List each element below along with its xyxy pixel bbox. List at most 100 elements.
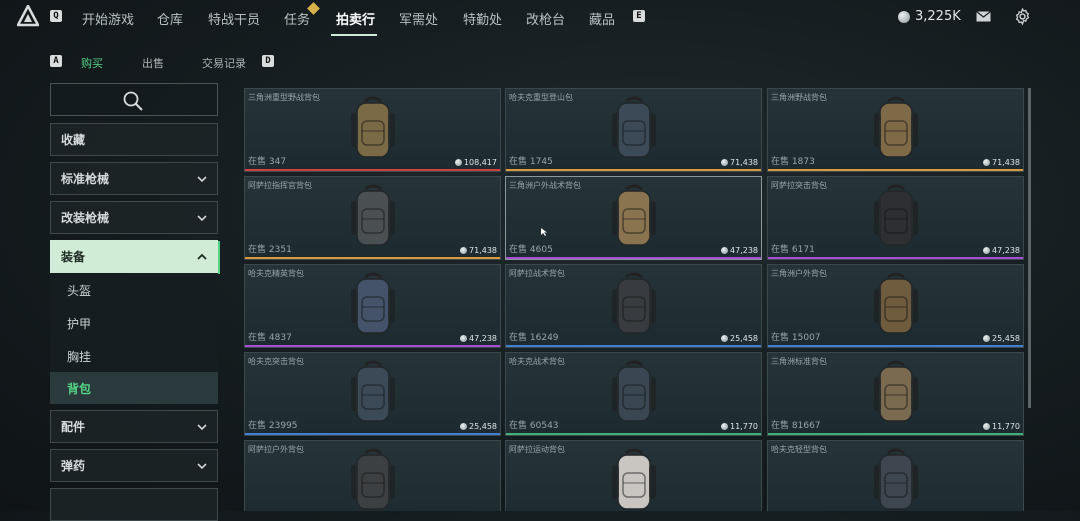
category-standard-guns[interactable]: 标准枪械	[50, 162, 218, 195]
item-card[interactable]: 哈夫克重型登山包 在售 1745 71,438	[505, 88, 762, 172]
stock-count: 16249	[529, 333, 559, 343]
item-stock: 在售 4605	[509, 242, 553, 255]
search-button[interactable]	[50, 83, 218, 116]
item-stock: 在售 347	[248, 154, 286, 167]
backpack-icon	[351, 96, 395, 158]
nav-tab-quartermaster[interactable]: 军需处	[399, 9, 438, 28]
item-card[interactable]: 阿萨拉指挥官背包 在售 2351 71,438	[244, 176, 501, 260]
top-nav: Q 开始游戏 仓库 特战干员 任务 拍卖行 军需处 特勤处 改枪台 藏品 E 3…	[0, 0, 1080, 36]
item-price: 71,438	[460, 246, 497, 255]
item-card[interactable]: 哈夫克精英背包 在售 4837 47,238	[244, 264, 501, 348]
nav-tab-gunsmith[interactable]: 改枪台	[526, 9, 565, 28]
item-stock: 在售 2351	[248, 242, 292, 255]
stock-prefix: 在售	[509, 245, 528, 255]
stock-prefix: 在售	[771, 421, 790, 431]
nav-next-key-hint: E	[633, 10, 645, 22]
stock-count: 15007	[791, 333, 821, 343]
stock-prefix: 在售	[509, 157, 528, 167]
currency-coin-icon	[898, 10, 910, 23]
item-card[interactable]: 哈夫克轻型背包	[767, 440, 1024, 511]
backpack-icon	[874, 448, 918, 510]
search-icon	[123, 91, 143, 111]
stock-count: 2351	[268, 245, 292, 255]
category-more[interactable]	[50, 488, 218, 521]
subtab-buy[interactable]: 购买	[81, 55, 103, 71]
item-name: 三角洲重型野战背包	[248, 93, 320, 102]
subtab-trade-history[interactable]: 交易记录	[202, 55, 246, 71]
nav-tab-collection[interactable]: 藏品	[589, 9, 615, 28]
backpack-icon	[612, 448, 656, 510]
category-label: 装备	[61, 250, 86, 264]
item-name: 哈夫克重型登山包	[509, 93, 573, 102]
category-ammo[interactable]: 弹药	[50, 449, 218, 482]
category-modified-guns[interactable]: 改装枪械	[50, 201, 218, 234]
backpack-icon	[874, 360, 918, 422]
currency-display: 3,225K	[898, 9, 961, 24]
chevron-down-icon	[197, 463, 207, 470]
nav-tab-auction-house[interactable]: 拍卖行	[336, 9, 375, 28]
item-name: 哈夫克精英背包	[248, 269, 304, 278]
subtab-prev-key-hint: A	[50, 55, 62, 67]
item-price: 71,438	[721, 158, 758, 167]
item-card[interactable]: 三角洲户外背包 在售 15007 25,458	[767, 264, 1024, 348]
item-card[interactable]: 阿萨拉战术背包 在售 16249 25,458	[505, 264, 762, 348]
item-card[interactable]: 三角洲重型野战背包 在售 347 108,417	[244, 88, 501, 172]
mail-icon[interactable]	[976, 11, 991, 22]
rarity-bar	[245, 257, 500, 259]
item-card[interactable]: 阿萨拉户外背包	[244, 440, 501, 511]
grid-scrollbar[interactable]	[1028, 88, 1031, 408]
price-value: 25,458	[992, 334, 1020, 343]
backpack-icon	[612, 184, 656, 246]
item-card[interactable]: 阿萨拉运动背包	[505, 440, 762, 511]
nav-tab-warehouse[interactable]: 仓库	[157, 9, 183, 28]
stock-count: 1745	[529, 157, 553, 167]
game-logo-icon[interactable]	[17, 5, 39, 27]
subcategory-backpack[interactable]: 背包	[50, 372, 218, 404]
nav-tab-missions[interactable]: 任务	[284, 9, 310, 28]
price-value: 71,438	[992, 158, 1020, 167]
item-name: 哈夫克战术背包	[509, 357, 565, 366]
item-name: 阿萨拉指挥官背包	[248, 181, 312, 190]
backpack-icon	[351, 448, 395, 510]
subcategory-armor[interactable]: 护甲	[50, 307, 218, 339]
item-stock: 在售 15007	[771, 330, 821, 343]
category-equipment[interactable]: 装备	[50, 240, 220, 274]
backpack-icon	[612, 96, 656, 158]
nav-tab-operators[interactable]: 特战干员	[208, 9, 260, 28]
stock-prefix: 在售	[771, 245, 790, 255]
item-card[interactable]: 哈夫克战术背包 在售 60543 11,770	[505, 352, 762, 436]
backpack-icon	[874, 272, 918, 334]
stock-prefix: 在售	[509, 333, 528, 343]
category-favorites[interactable]: 收藏	[50, 123, 218, 156]
currency-coin-icon	[454, 159, 462, 166]
nav-tab-start-game[interactable]: 开始游戏	[82, 9, 134, 28]
category-attachments[interactable]: 配件	[50, 410, 218, 443]
item-card[interactable]: 三角洲野战背包 在售 1873 71,438	[767, 88, 1024, 172]
currency-coin-icon	[721, 423, 728, 430]
backpack-icon	[351, 360, 395, 422]
stock-count: 347	[268, 157, 287, 167]
item-card[interactable]: 哈夫克突击背包 在售 23995 25,458	[244, 352, 501, 436]
rarity-bar	[768, 257, 1023, 259]
item-card[interactable]: 阿萨拉突击背包 在售 6171 47,238	[767, 176, 1024, 260]
stock-count: 1873	[791, 157, 815, 167]
item-stock: 在售 16249	[509, 330, 559, 343]
rarity-bar	[245, 345, 500, 347]
item-price: 71,438	[983, 158, 1020, 167]
rarity-bar	[506, 169, 761, 171]
settings-gear-icon[interactable]	[1014, 8, 1031, 25]
nav-tab-special-ops[interactable]: 特勤处	[463, 9, 502, 28]
item-name: 阿萨拉户外背包	[248, 445, 304, 454]
item-card[interactable]: 三角洲标准背包 在售 81667 11,770	[767, 352, 1024, 436]
subcategory-chest-rig[interactable]: 胸挂	[50, 340, 218, 372]
item-stock: 在售 4837	[248, 330, 292, 343]
item-card[interactable]: 三角洲户外战术背包 在售 4605 47,238	[505, 176, 762, 260]
rarity-bar	[506, 433, 761, 435]
item-price: 25,458	[983, 334, 1020, 343]
subcategory-helmet[interactable]: 头盔	[50, 274, 218, 306]
subtab-sell[interactable]: 出售	[142, 55, 164, 71]
stock-prefix: 在售	[771, 333, 790, 343]
stock-count: 23995	[268, 421, 298, 431]
stock-prefix: 在售	[248, 245, 267, 255]
stock-prefix: 在售	[509, 421, 528, 431]
